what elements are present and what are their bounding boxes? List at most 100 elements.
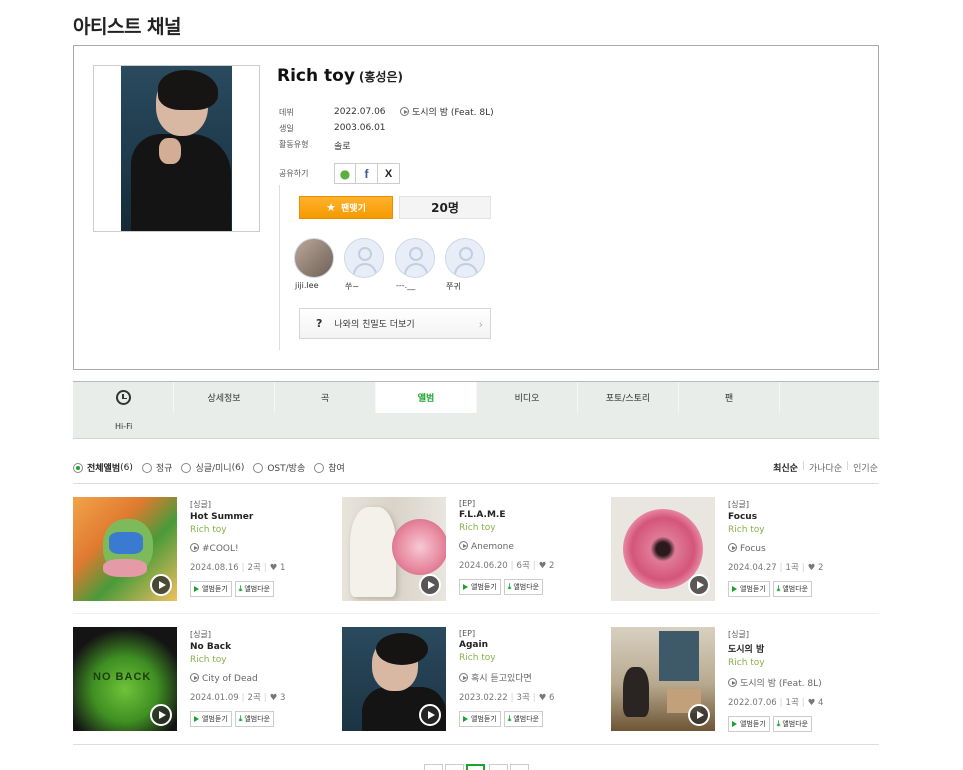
fan-item[interactable]: 쑤~ — [343, 238, 385, 292]
album-card: [싱글] Hot Summer Rich toy #COOL! 2024.08.… — [73, 497, 328, 601]
play-icon[interactable] — [688, 704, 710, 726]
debut-label: 데뷔 — [279, 108, 294, 117]
album-artist[interactable]: Rich toy — [728, 525, 868, 535]
fan-avatar[interactable] — [395, 238, 435, 278]
tab-albums[interactable]: 앨범 — [376, 382, 477, 413]
pagination-first[interactable] — [424, 764, 443, 770]
sort-options: 최신순 | 가나다순 | 인기순 — [773, 461, 878, 474]
download-icon: ⤓ — [776, 584, 781, 593]
play-icon[interactable] — [688, 574, 710, 596]
album-cover[interactable] — [73, 497, 177, 601]
pagination-prev[interactable] — [445, 764, 464, 770]
debut-song-link[interactable]: 도시의 밤 (Feat. 8L) — [400, 105, 494, 118]
album-listen-button[interactable]: 앨범듣기 — [728, 581, 770, 597]
album-title-track[interactable]: City of Dead — [190, 673, 330, 684]
album-download-button[interactable]: ⤓ 앨범다운 — [503, 579, 544, 595]
closeness-more-button[interactable]: ? 나와의 친밀도 더보기 › — [299, 308, 491, 339]
tab-songs[interactable]: 곡 — [275, 382, 376, 413]
album-title[interactable]: No Back — [190, 642, 330, 652]
album-title[interactable]: 도시의 밤 — [728, 642, 868, 655]
radio-icon — [253, 462, 264, 473]
activity-type-label: 활동유형 — [279, 140, 309, 149]
fan-avatar[interactable] — [445, 238, 485, 278]
filter-ost[interactable]: OST/방송 — [253, 461, 305, 474]
album-artist[interactable]: Rich toy — [190, 655, 330, 665]
facebook-share-button[interactable]: f — [356, 163, 378, 184]
kakaostory-share-button[interactable]: ● — [334, 163, 356, 184]
album-cover[interactable]: NO BACK — [73, 627, 177, 731]
play-icon[interactable] — [419, 574, 441, 596]
fan-item[interactable]: 쭈귀 — [444, 238, 486, 292]
download-icon: ⤓ — [238, 714, 243, 723]
play-icon[interactable] — [150, 704, 172, 726]
album-card: [EP] F.L.A.M.E Rich toy Anemone 2024.06.… — [342, 497, 597, 601]
album-cover[interactable] — [611, 497, 715, 601]
tab-photo-story[interactable]: 포토/스토리 — [578, 382, 679, 413]
album-artist[interactable]: Rich toy — [728, 658, 868, 668]
album-listen-button[interactable]: 앨범듣기 — [190, 581, 232, 597]
heart-icon: ♥ — [269, 563, 278, 573]
play-icon — [459, 541, 468, 550]
play-icon — [732, 721, 737, 727]
tab-detail[interactable]: 상세정보 — [174, 382, 275, 413]
album-cover[interactable] — [611, 627, 715, 731]
play-icon[interactable] — [150, 574, 172, 596]
pagination-last[interactable] — [510, 764, 529, 770]
album-artist[interactable]: Rich toy — [459, 523, 599, 533]
filter-regular[interactable]: 정규 — [141, 461, 172, 474]
cover-text: NO BACK — [93, 671, 152, 683]
fan-item[interactable]: jiji.lee — [293, 238, 335, 290]
album-artist[interactable]: Rich toy — [190, 525, 330, 535]
album-title-track[interactable]: 혹시 듣고있다면 — [459, 671, 599, 684]
album-title-track[interactable]: Focus — [728, 543, 868, 554]
artist-photo-frame[interactable] — [93, 65, 260, 232]
album-title-track[interactable]: Anemone — [459, 541, 599, 552]
album-title[interactable]: F.L.A.M.E — [459, 510, 599, 520]
album-listen-button[interactable]: 앨범듣기 — [459, 579, 501, 595]
album-listen-button[interactable]: 앨범듣기 — [728, 716, 770, 732]
sort-alphabetical[interactable]: 가나다순 — [809, 461, 842, 474]
album-download-button[interactable]: ⤓ 앨범다운 — [772, 716, 813, 732]
album-download-button[interactable]: ⤓ 앨범다운 — [503, 711, 544, 727]
tab-fans[interactable]: 팬 — [679, 382, 780, 413]
album-download-button[interactable]: ⤓ 앨범다운 — [772, 581, 813, 597]
tab-hifi[interactable] — [73, 382, 174, 413]
album-artist[interactable]: Rich toy — [459, 653, 599, 663]
album-download-button[interactable]: ⤓ 앨범다운 — [234, 581, 275, 597]
debut-date: 2022.07.06 — [334, 107, 386, 117]
heart-icon: ♥ — [807, 563, 816, 573]
sort-popular[interactable]: 인기순 — [853, 461, 878, 474]
album-title[interactable]: Focus — [728, 512, 868, 522]
fan-avatar[interactable] — [294, 238, 334, 278]
fan-avatar[interactable] — [344, 238, 384, 278]
album-cover[interactable] — [342, 627, 446, 731]
fan-count: 20명 — [399, 196, 491, 219]
artist-photo[interactable] — [121, 66, 232, 231]
album-download-button[interactable]: ⤓ 앨범다운 — [234, 711, 275, 727]
album-title[interactable]: Hot Summer — [190, 512, 330, 522]
album-title-track[interactable]: 도시의 밤 (Feat. 8L) — [728, 676, 868, 689]
birth-label: 생일 — [279, 124, 294, 133]
album-type: [싱글] — [190, 630, 211, 639]
filter-single-mini[interactable]: 싱글/미니 (6) — [181, 461, 244, 474]
album-cover[interactable] — [342, 497, 446, 601]
play-icon[interactable] — [419, 704, 441, 726]
tab-videos[interactable]: 비디오 — [477, 382, 578, 413]
filter-all-albums[interactable]: 전체앨범 (6) — [73, 461, 133, 474]
album-card: [싱글] Focus Rich toy Focus 2024.04.27 | 1곡 |… — [611, 497, 866, 601]
album-listen-button[interactable]: 앨범듣기 — [459, 711, 501, 727]
x-share-button[interactable]: X — [378, 163, 400, 184]
birth-date: 2003.06.01 — [334, 123, 386, 133]
album-title-track[interactable]: #COOL! — [190, 543, 330, 554]
sort-latest[interactable]: 최신순 — [773, 461, 798, 474]
pagination-next[interactable] — [489, 764, 508, 770]
pagination-page-current[interactable] — [466, 764, 485, 770]
album-listen-button[interactable]: 앨범듣기 — [190, 711, 232, 727]
album-card: NO BACK [싱글] No Back Rich toy City of De… — [73, 627, 328, 731]
album-title[interactable]: Again — [459, 640, 599, 650]
play-icon — [400, 107, 409, 116]
album-stats: 2024.04.27 | 1곡 | ♥ 2 — [728, 563, 824, 573]
fan-button[interactable]: ★ 팬맺기 — [299, 196, 393, 219]
fan-item[interactable]: ---.__ — [394, 238, 436, 290]
filter-participation[interactable]: 참여 — [314, 461, 345, 474]
